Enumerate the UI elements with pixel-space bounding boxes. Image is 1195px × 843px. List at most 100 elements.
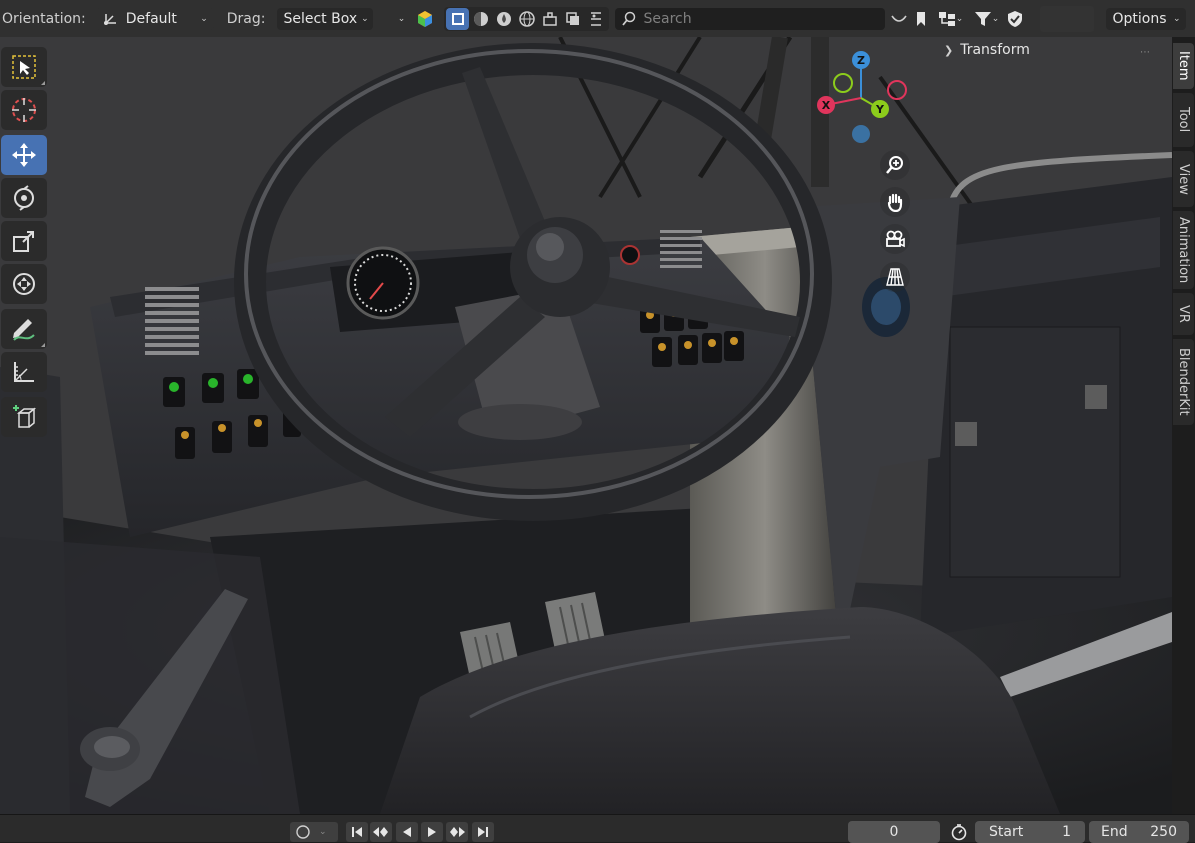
tool-add-cube[interactable] [1, 397, 47, 437]
orientation-dropdown[interactable]: Default ⌄ [95, 7, 214, 30]
shading-material-button[interactable] [492, 8, 515, 30]
start-frame-field[interactable]: Start 1 [975, 821, 1085, 843]
3d-cursor-icon [12, 98, 36, 122]
tool-annotate[interactable] [1, 309, 47, 349]
tab-tool[interactable]: Tool [1173, 93, 1194, 147]
transform-panel-title: Transform [960, 42, 1030, 58]
camera-view-button[interactable] [880, 224, 910, 254]
bookmark-icon [917, 11, 926, 26]
zoom-button[interactable] [880, 150, 910, 180]
tool-rotate[interactable] [1, 178, 47, 218]
shading-rendered-button[interactable] [515, 8, 538, 30]
camera-icon [886, 230, 905, 248]
play-reverse-icon [403, 827, 411, 837]
gizmo-y-label: Y [875, 103, 885, 116]
axis-gizmo[interactable]: Z X Y [810, 49, 910, 149]
record-circle-icon [296, 825, 310, 839]
prev-keyframe-button[interactable] [370, 822, 392, 842]
jump-start-icon [352, 827, 362, 837]
shield-button[interactable] [1004, 8, 1026, 30]
jump-end-icon [478, 827, 488, 837]
jump-end-button[interactable] [472, 822, 494, 842]
tab-blenderkit[interactable]: BlenderKit [1173, 339, 1194, 425]
chevron-down-icon: ⌄ [955, 13, 964, 24]
shading-solid-button[interactable] [469, 8, 492, 30]
select-mode-button[interactable] [446, 7, 470, 30]
options-label: Options [1112, 10, 1167, 27]
end-frame-field[interactable]: End 250 [1089, 821, 1189, 843]
select-box-icon [12, 55, 36, 79]
chevron-down-icon: ⌄ [319, 827, 327, 837]
next-keyframe-button[interactable] [446, 822, 468, 842]
tab-vr-label: VR [1176, 305, 1191, 323]
prev-keyframe-icon [373, 827, 388, 837]
square-select-icon [451, 12, 464, 25]
orientation-value: Default [125, 10, 177, 27]
next-keyframe-icon [450, 827, 465, 837]
drag-grip-icon[interactable]: ⋯ [1140, 47, 1151, 58]
shading-mode-group [444, 6, 610, 31]
pan-button[interactable] [880, 187, 910, 217]
xray-button[interactable] [561, 8, 584, 30]
chevron-down-icon: ⌄ [1172, 13, 1181, 24]
options-dropdown[interactable]: Options ⌄ [1106, 7, 1187, 30]
orientation-label: Orientation: [2, 10, 86, 27]
layers-icon [566, 11, 579, 25]
tool-move[interactable] [1, 135, 47, 175]
current-frame-field[interactable]: 0 [848, 821, 940, 843]
tool-variant-corner [41, 81, 45, 85]
tab-animation[interactable]: Animation [1173, 211, 1194, 289]
chevron-down-icon: ⌄ [397, 13, 406, 24]
collection-toggle[interactable] [888, 8, 910, 30]
rotate-icon [14, 185, 34, 211]
scale-icon [13, 231, 34, 252]
search-icon [622, 11, 636, 26]
end-value: 250 [1150, 824, 1177, 840]
tab-vr[interactable]: VR [1173, 293, 1194, 335]
tab-tool-label: Tool [1176, 107, 1191, 133]
chevron-right-icon: ❯ [944, 43, 954, 57]
transform-icon [13, 273, 35, 295]
chevron-down-icon: ⌄ [361, 13, 369, 24]
move-icon [12, 143, 36, 167]
tab-blenderkit-label: BlenderKit [1176, 348, 1191, 416]
tab-view-label: View [1176, 163, 1191, 195]
bus-cockpit-scene [0, 37, 1172, 814]
3d-viewport[interactable]: Z X Y ❯ Transform ⋯ [0, 37, 1172, 814]
viewport-header: Orientation: Default ⌄ Drag: Select Box … [0, 0, 1195, 37]
bookmark-button[interactable] [910, 8, 932, 30]
tool-transform[interactable] [1, 264, 47, 304]
filter-icon [974, 11, 991, 26]
hand-icon [887, 193, 903, 212]
tool-scale[interactable] [1, 221, 47, 261]
overlay-bars-button[interactable] [538, 8, 561, 30]
jump-start-button[interactable] [346, 822, 368, 842]
filter-dropdown[interactable]: ⌄ [968, 8, 1004, 30]
curve-icon [891, 15, 908, 22]
drop-icon [496, 11, 511, 26]
tool-cursor[interactable] [1, 90, 47, 130]
stopwatch-button[interactable] [947, 821, 971, 843]
search-input[interactable]: Search [615, 7, 886, 30]
transform-panel-header[interactable]: ❯ Transform [944, 42, 1030, 58]
shield-icon [1008, 10, 1023, 27]
tool-select-box[interactable] [1, 47, 47, 87]
play-button[interactable] [421, 822, 443, 842]
start-value: 1 [1062, 824, 1071, 840]
hierarchy-dropdown[interactable]: ⌄ [932, 8, 968, 30]
tab-view[interactable]: View [1173, 151, 1194, 207]
keying-dropdown[interactable]: ⌄ [290, 822, 338, 842]
tool-measure[interactable] [1, 352, 47, 392]
tab-item[interactable]: Item [1173, 43, 1194, 89]
gizmo-color-icon[interactable] [414, 8, 436, 30]
drag-value: Select Box [283, 10, 358, 27]
play-reverse-button[interactable] [396, 822, 418, 842]
building-icon [543, 11, 557, 26]
extra-overlay-button[interactable] [584, 8, 607, 30]
display-mode-dropdown[interactable]: ⌄ [388, 8, 414, 30]
drag-dropdown[interactable]: Select Box ⌄ [277, 7, 374, 30]
left-toolbar [1, 47, 49, 440]
perspective-toggle-button[interactable] [880, 262, 910, 292]
stopwatch-icon [951, 824, 967, 841]
sphere-solid-icon [473, 11, 488, 26]
